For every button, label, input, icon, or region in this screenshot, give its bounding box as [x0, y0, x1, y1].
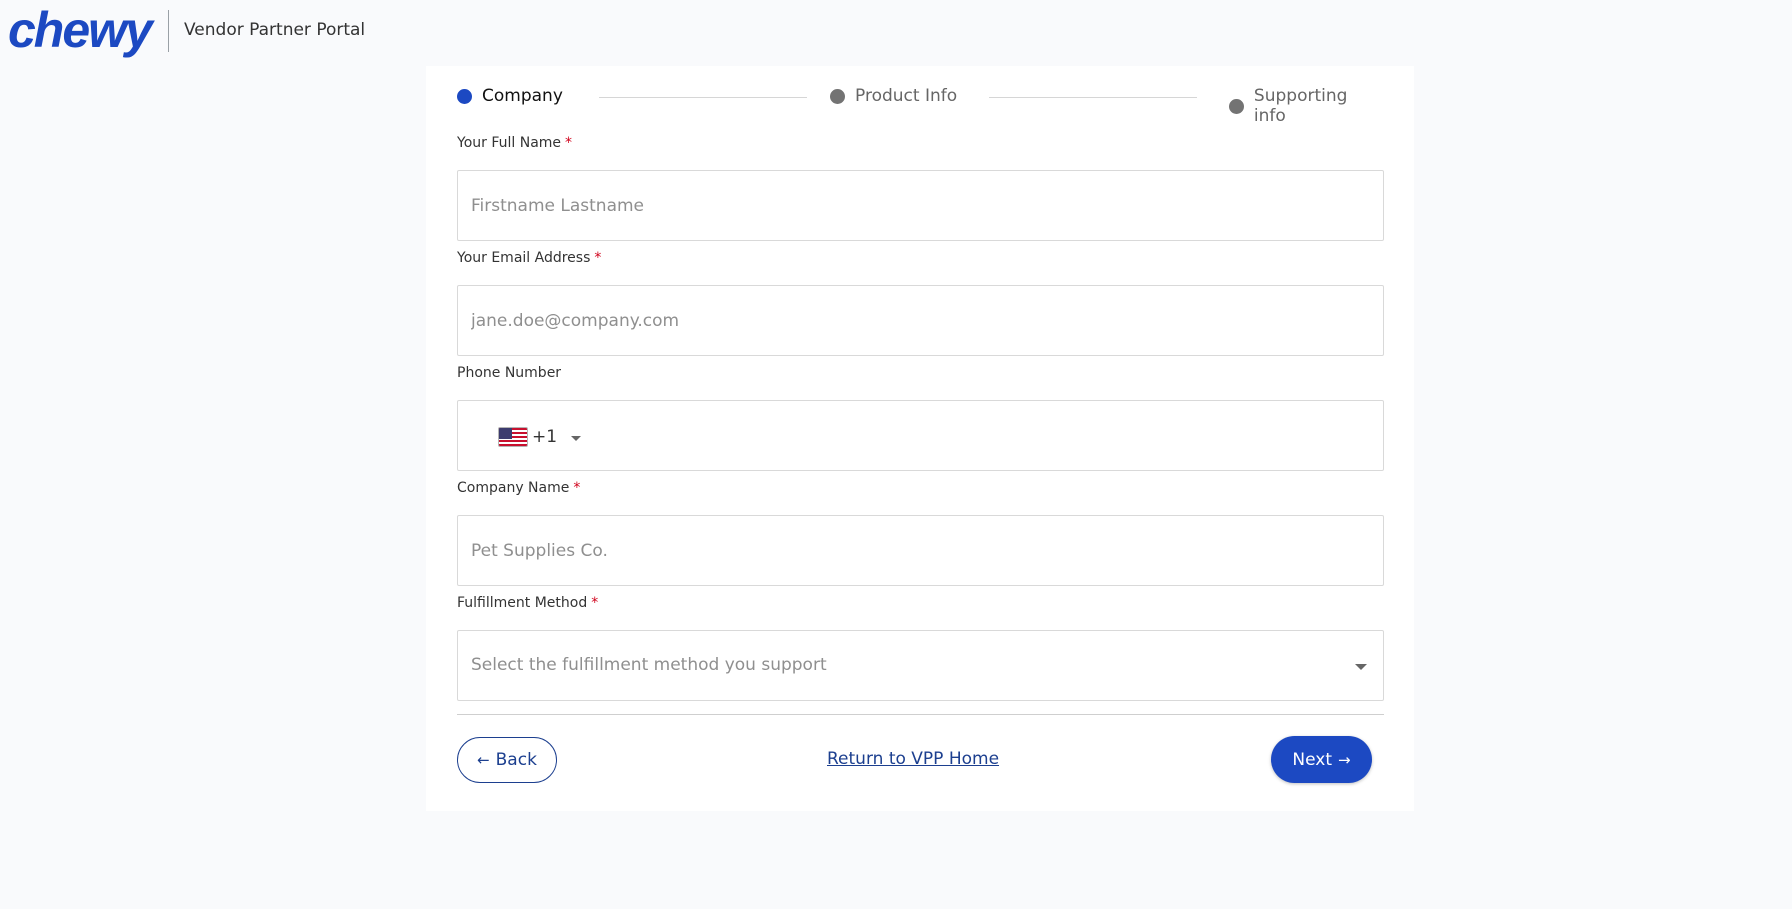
full-name-label: Your Full Name *	[457, 133, 1384, 153]
return-home-link[interactable]: Return to VPP Home	[827, 749, 999, 769]
back-button-label: Back	[495, 750, 537, 770]
step-inactive-dot-icon	[1229, 98, 1244, 114]
dial-code: +1	[532, 427, 558, 447]
fulfillment-label-text: Fulfillment Method	[457, 595, 588, 611]
back-button[interactable]: ← Back	[457, 737, 557, 783]
fulfillment-label: Fulfillment Method *	[457, 593, 1384, 613]
required-mark: *	[591, 595, 599, 611]
step-connector	[989, 97, 1197, 98]
fulfillment-method-select[interactable]: Select the fulfillment method you suppor…	[457, 630, 1384, 701]
step-inactive-dot-icon	[830, 88, 845, 104]
full-name-input[interactable]	[457, 170, 1384, 241]
full-name-label-text: Your Full Name	[457, 135, 562, 151]
step-company: Company	[457, 86, 563, 106]
fulfillment-placeholder: Select the fulfillment method you suppor…	[471, 655, 827, 675]
chevron-down-icon	[1355, 664, 1367, 670]
phone-input[interactable]	[588, 401, 1378, 470]
phone-label-text: Phone Number	[457, 365, 562, 381]
required-mark: *	[594, 250, 602, 266]
us-flag-icon	[498, 427, 528, 447]
step-label: Product Info	[855, 86, 958, 106]
arrow-right-icon: →	[1338, 750, 1351, 769]
chewy-logo[interactable]: chewy	[8, 4, 153, 56]
required-mark: *	[573, 480, 581, 496]
arrow-left-icon: ←	[477, 751, 490, 769]
footer-divider	[457, 714, 1384, 715]
phone-input-box: +1	[457, 400, 1384, 471]
company-name-label: Company Name *	[457, 478, 1384, 498]
country-code-select[interactable]: +1	[498, 427, 582, 447]
phone-field: Phone Number +1	[457, 363, 1384, 471]
next-button[interactable]: Next →	[1271, 736, 1372, 783]
step-product-info: Product Info	[830, 86, 957, 106]
step-connector	[599, 97, 807, 98]
progress-stepper: Company Product Info Supporting info	[457, 86, 1384, 126]
registration-card: Company Product Info Supporting info You…	[426, 66, 1414, 811]
email-input[interactable]	[457, 285, 1384, 356]
company-name-field: Company Name *	[457, 478, 1384, 586]
email-label-text: Your Email Address	[457, 250, 591, 266]
step-supporting-info: Supporting info	[1229, 86, 1384, 126]
company-name-input[interactable]	[457, 515, 1384, 586]
header-divider	[168, 10, 169, 52]
required-mark: *	[565, 135, 573, 151]
step-label: Supporting info	[1253, 86, 1348, 126]
app-header: chewy Vendor Partner Portal	[0, 0, 1792, 62]
phone-label: Phone Number	[457, 363, 1384, 383]
email-label: Your Email Address *	[457, 248, 1384, 268]
fulfillment-field: Fulfillment Method * Select the fulfillme…	[457, 593, 1384, 701]
step-active-dot-icon	[457, 88, 472, 104]
step-label: Company	[482, 86, 563, 106]
full-name-field: Your Full Name *	[457, 133, 1384, 241]
email-field: Your Email Address *	[457, 248, 1384, 356]
portal-title: Vendor Partner Portal	[184, 20, 366, 40]
next-button-label: Next	[1292, 749, 1333, 770]
company-name-label-text: Company Name	[457, 480, 570, 496]
chevron-down-icon	[571, 436, 582, 441]
